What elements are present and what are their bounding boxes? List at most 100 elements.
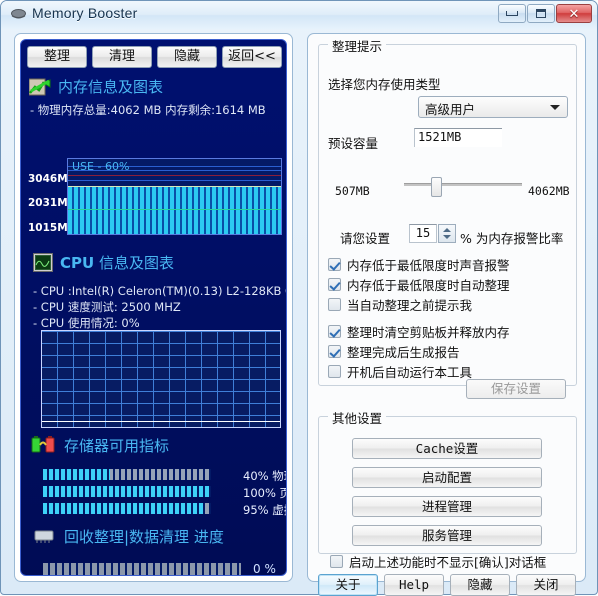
memory-section-header: 内存信息及图表 [29,76,163,97]
memory-axis-3046: 3046M [28,173,68,185]
memory-usage-chart: USE - 60% [67,158,282,235]
bar-label-pagefile: 100% 页面文件剩余 [243,485,287,501]
progress-section-title: 回收整理|数据清理 进度 [64,526,224,547]
memory-section-title: 内存信息及图表 [58,76,163,97]
slider-max-label: 4062MB [528,184,570,198]
footer-hide-button[interactable]: 隐藏 [450,574,510,596]
checkbox-sound-alarm[interactable]: 内存低于最低限度时声音报警 [328,255,510,274]
memory-use-label: USE - 60% [72,160,129,173]
cpu-chart-baseline [42,421,280,422]
memory-chart-icon [29,77,51,97]
right-panel: 整理提示 选择您内存使用类型 高级用户 预设容量 1521MB 507MB 40… [307,33,586,582]
checkbox-run-at-startup[interactable]: 开机后自动运行本工具 [328,362,472,381]
checkbox-box[interactable] [328,278,341,291]
cpu-chart-grid [42,331,280,427]
back-button[interactable]: 返回<< [222,46,282,68]
preset-capacity-label: 预设容量 [328,133,378,152]
alarm-percent-stepper[interactable] [438,224,456,243]
checkbox-label: 启动上述功能时不显示[确认]对话框 [349,552,546,571]
memory-axis-1015: 1015M [28,222,68,234]
slider-thumb[interactable] [431,177,442,197]
service-manager-button[interactable]: 服务管理 [352,525,542,546]
battery-pair-icon [31,436,57,456]
clean-button[interactable]: 清理 [92,46,152,68]
checkbox-no-confirm-dialog[interactable]: 启动上述功能时不显示[确认]对话框 [330,552,546,571]
process-manager-button[interactable]: 进程管理 [352,496,542,517]
checkbox-auto-defrag[interactable]: 内存低于最低限度时自动整理 [328,275,510,294]
operation-progress-bar [43,563,241,576]
alarm-percent-field[interactable]: 15 [409,224,437,243]
chip-icon [31,528,57,546]
about-button[interactable]: 关于 [318,574,378,596]
bar-label-physical: 40% 物理内存剩余 [243,468,287,484]
checkbox-clear-clipboard[interactable]: 整理时清空剪贴板并释放内存 [328,322,510,341]
slider-min-label: 507MB [335,184,370,198]
memory-type-select[interactable]: 高级用户 [418,96,568,118]
footer-close-button[interactable]: 关闭 [516,574,576,596]
checkbox-box[interactable] [328,325,341,338]
defrag-button[interactable]: 整理 [27,46,87,68]
title-bar: Memory Booster ✕ [1,1,597,29]
alarm-suffix-label: % 为内存报警比率 [460,228,563,247]
bar-virtual-memory [43,503,211,514]
cpu-line-speed: - CPU 速度测试: 2500 MHZ [33,299,181,315]
checkbox-label: 整理时清空剪贴板并释放内存 [347,322,510,341]
close-icon: ✕ [569,7,580,20]
maximize-button[interactable] [527,4,555,23]
maximize-icon [536,9,546,18]
minimize-button[interactable] [498,4,526,23]
cpu-section-title: CPU 信息及图表 [60,252,174,273]
checkbox-label: 整理完成后生成报告 [347,342,460,361]
checkbox-box[interactable] [328,345,341,358]
alarm-prefix-label: 请您设置 [340,228,390,247]
left-blue-surface: 整理 清理 隐藏 返回<< 内存信息及图表 - 物理内存总量:4062 MB 内… [20,39,287,576]
chevron-down-icon [550,105,560,110]
checkbox-label: 内存低于最低限度时声音报警 [347,255,510,274]
save-settings-button[interactable]: 保存设置 [466,379,566,399]
cpu-title-prefix: CPU [60,254,94,272]
bar-label-virtual: 95% 虚拟内存剩余 [243,502,287,518]
checkbox-box[interactable] [328,365,341,378]
memory-info-line: - 物理内存总量:4062 MB 内存剩余:1614 MB [30,102,266,118]
cpu-usage-chart [41,330,281,428]
stepper-up-icon[interactable] [443,228,451,232]
cpu-scope-icon [33,253,53,272]
checkbox-box[interactable] [328,258,341,271]
cache-settings-button[interactable]: Cache设置 [352,438,542,459]
close-button[interactable]: ✕ [556,4,592,23]
preset-capacity-field[interactable]: 1521MB [414,128,502,147]
bar-physical-memory [43,469,211,480]
cpu-line-usage: - CPU 使用情况: 0% [33,315,140,331]
bar-page-file [43,486,211,497]
window-controls: ✕ [498,4,592,23]
storage-section-title: 存储器可用指标 [64,435,169,456]
minimize-icon [506,11,518,16]
cpu-title-rest: 信息及图表 [94,254,174,272]
memory-type-label: 选择您内存使用类型 [328,74,441,93]
storage-section-header: 存储器可用指标 [31,435,169,456]
checkbox-generate-report[interactable]: 整理完成后生成报告 [328,342,460,361]
checkbox-prompt-before-auto[interactable]: 当自动整理之前提示我 [328,295,472,314]
stepper-down-icon[interactable] [443,235,451,239]
help-button[interactable]: Help [384,574,444,596]
checkbox-label: 开机后自动运行本工具 [347,362,472,381]
app-window: Memory Booster ✕ 整理 清理 隐藏 返回<< [0,0,598,595]
other-settings-legend: 其他设置 [328,408,386,427]
left-panel: 整理 清理 隐藏 返回<< 内存信息及图表 - 物理内存总量:4062 MB 内… [14,33,293,582]
cpu-line-model: - CPU :Intel(R) Celeron(TM)(0.13) L2-128… [33,283,287,299]
checkbox-label: 内存低于最低限度时自动整理 [347,275,510,294]
capacity-slider[interactable] [404,177,522,199]
left-toolbar: 整理 清理 隐藏 返回<< [27,46,282,68]
cpu-section-header: CPU 信息及图表 [33,252,174,273]
progress-section-header: 回收整理|数据清理 进度 [31,526,224,547]
checkbox-box[interactable] [328,298,341,311]
memory-type-value: 高级用户 [425,102,475,117]
memory-chip-icon [10,7,27,22]
memory-usage-fill [68,186,281,234]
window-title: Memory Booster [32,5,138,21]
startup-config-button[interactable]: 启动配置 [352,467,542,488]
checkbox-box[interactable] [330,555,343,568]
slider-track [404,183,522,186]
hide-button[interactable]: 隐藏 [157,46,217,68]
memory-axis-2031: 2031M [28,197,68,209]
